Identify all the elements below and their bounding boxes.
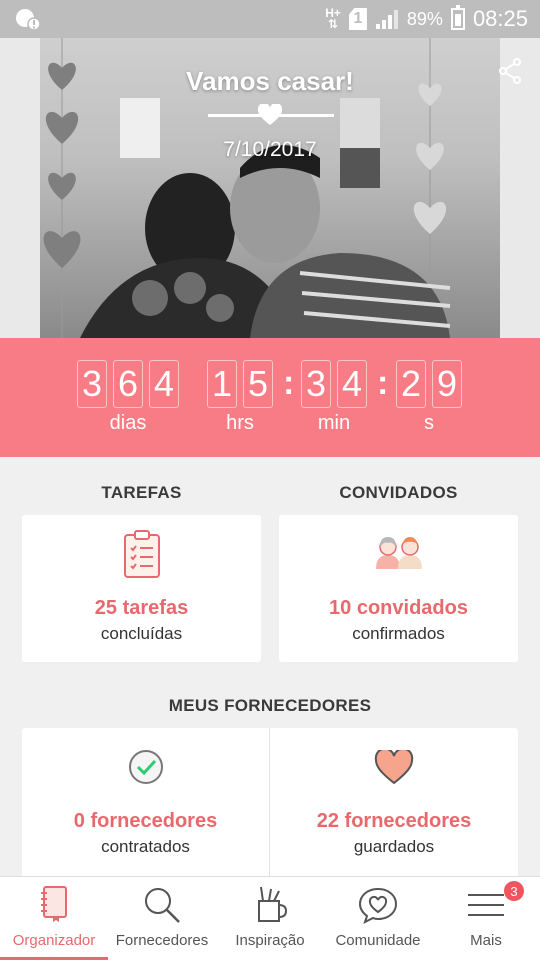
nav-label: Fornecedores <box>115 932 209 949</box>
heart-icon <box>258 104 282 125</box>
days-label: dias <box>109 412 147 434</box>
hired-vendors-count: 0 fornecedores <box>73 810 218 832</box>
hero-banner: Vamos casar! 7/10/2017 <box>0 38 540 338</box>
nav-inspiracao[interactable]: Inspiração <box>216 877 324 960</box>
notification-badge: 3 <box>504 881 524 901</box>
network-type: H+ ⇅ <box>325 6 341 31</box>
countdown-timer: 3 6 4 1 5 : 3 4 : 2 9 dias hrs min s <box>0 338 540 457</box>
days-digit: 4 <box>149 360 179 408</box>
saved-vendors-count: 22 fornecedores <box>316 810 472 832</box>
guests-title: CONVIDADOS <box>339 483 458 502</box>
heart-icon <box>374 750 414 785</box>
tasks-title: TAREFAS <box>101 483 182 502</box>
battery-percent: 89% <box>406 8 443 29</box>
guests-status: confirmados <box>352 624 445 643</box>
notebook-icon <box>41 886 67 922</box>
saved-vendors-label: guardados <box>353 837 435 856</box>
clipboard-checklist-icon <box>123 530 160 578</box>
inspiration-icon <box>258 886 287 922</box>
sim-indicator: 1 <box>348 8 367 30</box>
nav-fornecedores[interactable]: Fornecedores <box>108 877 216 960</box>
tasks-status: concluídas <box>100 624 183 643</box>
check-circle-icon <box>128 750 163 784</box>
wedding-date: 7/10/2017 <box>223 138 317 161</box>
nav-label: Comunidade <box>335 932 421 949</box>
status-bar: H+ ⇅ 1 89% 08:25 <box>0 0 540 38</box>
couple-icon <box>375 537 422 569</box>
guests-count: 10 convidados <box>329 597 468 619</box>
hero-title: Vamos casar! <box>186 66 354 96</box>
battery-icon <box>450 5 465 30</box>
notification-icon <box>16 9 40 31</box>
hired-vendors[interactable]: 0 fornecedores contratados <box>22 728 269 878</box>
nav-label: Mais <box>470 932 502 949</box>
seconds-digit: 9 <box>432 360 462 408</box>
hours-digit: 1 <box>207 360 237 408</box>
chat-heart-icon <box>358 887 398 924</box>
guests-card[interactable]: 10 convidados confirmados <box>279 515 518 662</box>
nav-label: Inspiração <box>235 932 305 949</box>
seconds-label: s <box>424 412 434 434</box>
hours-digit: 5 <box>243 360 273 408</box>
minutes-digit: 3 <box>301 360 331 408</box>
days-digit: 6 <box>113 360 143 408</box>
days-digit: 3 <box>77 360 107 408</box>
nav-comunidade[interactable]: Comunidade <box>324 877 432 960</box>
search-icon <box>145 888 180 923</box>
signal-icon <box>375 10 398 29</box>
vendors-card: 0 fornecedores contratados 22 fornecedor… <box>22 728 518 878</box>
clock: 08:25 <box>472 6 528 31</box>
hours-label: hrs <box>226 412 254 434</box>
nav-label: Organizador <box>12 932 96 949</box>
menu-icon <box>468 894 504 916</box>
minutes-digit: 4 <box>337 360 367 408</box>
seconds-digit: 2 <box>396 360 426 408</box>
tasks-card[interactable]: 25 tarefas concluídas <box>22 515 261 662</box>
vendors-title: MEUS FORNECEDORES <box>168 696 372 715</box>
saved-vendors[interactable]: 22 fornecedores guardados <box>270 728 518 878</box>
time-separator: : <box>283 364 295 402</box>
nav-organizador[interactable]: Organizador <box>0 877 108 960</box>
bottom-navigation: Organizador Fornecedores Inspiração Comu… <box>0 876 540 960</box>
minutes-label: min <box>317 412 351 434</box>
time-separator: : <box>377 364 389 402</box>
tasks-count: 25 tarefas <box>94 597 189 619</box>
hired-vendors-label: contratados <box>101 837 190 856</box>
share-icon[interactable] <box>498 58 522 84</box>
nav-mais[interactable]: 3 Mais <box>432 877 540 960</box>
